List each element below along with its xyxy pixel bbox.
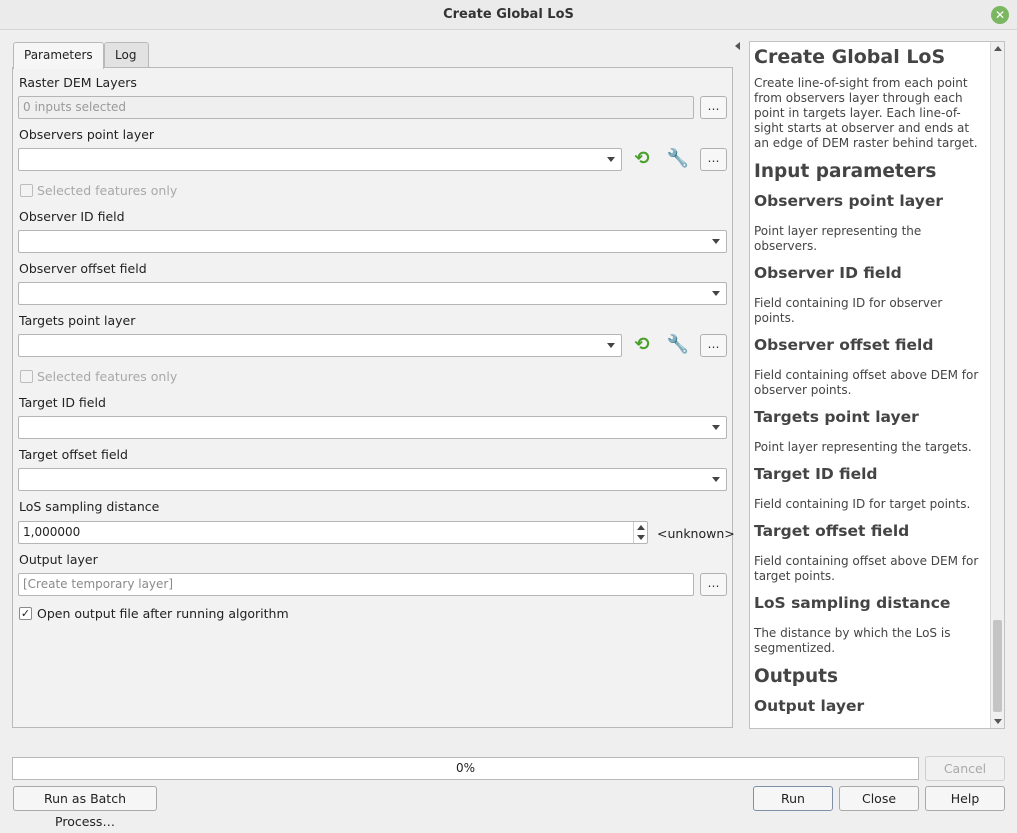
output-layer-label: Output layer — [19, 552, 98, 567]
targets-layer-combo[interactable] — [18, 334, 622, 357]
scroll-up-icon[interactable] — [994, 46, 1002, 51]
observers-layer-label: Observers point layer — [19, 127, 155, 142]
target-offset-combo[interactable] — [18, 468, 727, 491]
targets-layer-label: Targets point layer — [19, 313, 136, 328]
help-param-name: Observer ID field — [754, 264, 902, 282]
targets-more-button[interactable]: … — [700, 334, 727, 357]
run-batch-button[interactable]: Run as Batch Process… — [13, 786, 157, 829]
collapse-help-icon[interactable] — [735, 42, 740, 50]
observers-more-button[interactable]: … — [700, 148, 727, 171]
chevron-down-icon — [607, 343, 615, 348]
help-intro: Create line-of-sight from each point fro… — [754, 76, 978, 150]
help-input-heading: Input parameters — [754, 161, 937, 182]
observers-layer-combo[interactable] — [18, 148, 622, 171]
target-id-label: Target ID field — [19, 395, 106, 410]
refresh-icon[interactable]: ⟲ — [629, 147, 655, 171]
help-content: Create Global LoS Create line-of-sight f… — [754, 46, 986, 728]
observers-selected-only-label: Selected features only — [37, 183, 178, 198]
help-outputs-heading: Outputs — [754, 666, 839, 687]
spin-stepper-icon[interactable] — [633, 522, 647, 543]
raster-dem-input[interactable]: 0 inputs selected — [18, 96, 694, 119]
help-button[interactable]: Help — [925, 786, 1005, 811]
help-param-name: Targets point layer — [754, 408, 919, 426]
close-button[interactable]: Close — [839, 786, 919, 811]
help-param-desc: Field containing offset above DEM for ta… — [754, 554, 979, 583]
tab-log[interactable]: Log — [104, 42, 149, 68]
chevron-down-icon — [607, 157, 615, 162]
raster-dem-browse-button[interactable]: … — [700, 96, 727, 119]
open-output-checkbox[interactable]: ✓ — [19, 607, 32, 620]
target-id-combo[interactable] — [18, 416, 727, 439]
help-panel: Create Global LoS Create line-of-sight f… — [749, 41, 1005, 729]
observer-offset-label: Observer offset field — [19, 261, 147, 276]
chevron-down-icon — [712, 425, 720, 430]
cancel-button[interactable]: Cancel — [925, 756, 1005, 781]
targets-selected-only-checkbox[interactable] — [20, 370, 33, 383]
observers-selected-only-checkbox[interactable] — [20, 184, 33, 197]
observer-id-combo[interactable] — [18, 230, 727, 253]
help-param-name: Target offset field — [754, 522, 910, 540]
raster-dem-label: Raster DEM Layers — [19, 75, 137, 90]
help-param-desc: Field containing offset above DEM for ob… — [754, 368, 979, 397]
help-param-desc: Point layer representing the observers. — [754, 224, 922, 253]
open-output-label: Open output file after running algorithm — [37, 606, 289, 621]
target-offset-label: Target offset field — [19, 447, 128, 462]
chevron-down-icon — [712, 291, 720, 296]
observer-id-label: Observer ID field — [19, 209, 125, 224]
help-param-name: Observers point layer — [754, 192, 943, 210]
window-titlebar: Create Global LoS ✕ — [0, 0, 1017, 30]
run-button[interactable]: Run — [753, 786, 833, 811]
output-layer-browse-button[interactable]: … — [700, 573, 727, 596]
parameters-panel: Raster DEM Layers 0 inputs selected … Ob… — [12, 67, 735, 728]
wrench-icon[interactable]: 🔧 — [665, 147, 691, 171]
observer-offset-combo[interactable] — [18, 282, 727, 305]
help-param-name: Target ID field — [754, 465, 878, 483]
output-layer-input[interactable]: [Create temporary layer] — [18, 573, 694, 596]
progress-bar: 0% — [12, 757, 919, 780]
help-title: Create Global LoS — [754, 46, 946, 68]
help-scrollbar[interactable] — [990, 42, 1004, 728]
window-title: Create Global LoS — [443, 7, 574, 22]
wrench-icon[interactable]: 🔧 — [665, 333, 691, 357]
help-param-name: Observer offset field — [754, 336, 934, 354]
help-param-desc: The distance by which the LoS is segment… — [754, 626, 951, 655]
chevron-down-icon — [712, 477, 720, 482]
scroll-thumb[interactable] — [993, 620, 1002, 712]
help-param-desc: Field containing ID for observer points. — [754, 296, 943, 325]
sampling-distance-unit: <unknown> — [657, 526, 735, 541]
help-param-desc: Point layer representing the targets. — [754, 440, 972, 454]
tab-parameters[interactable]: Parameters — [13, 42, 104, 69]
close-icon[interactable]: ✕ — [991, 6, 1009, 24]
chevron-down-icon — [712, 239, 720, 244]
help-param-desc: Field containing ID for target points. — [754, 497, 971, 511]
sampling-distance-input[interactable]: 1,000000 — [18, 521, 648, 544]
targets-selected-only-label: Selected features only — [37, 369, 178, 384]
sampling-distance-label: LoS sampling distance — [19, 499, 160, 514]
scroll-down-icon[interactable] — [994, 719, 1002, 724]
help-output-name: Output layer — [754, 697, 865, 715]
refresh-icon[interactable]: ⟲ — [629, 333, 655, 357]
help-param-name: LoS sampling distance — [754, 594, 951, 612]
